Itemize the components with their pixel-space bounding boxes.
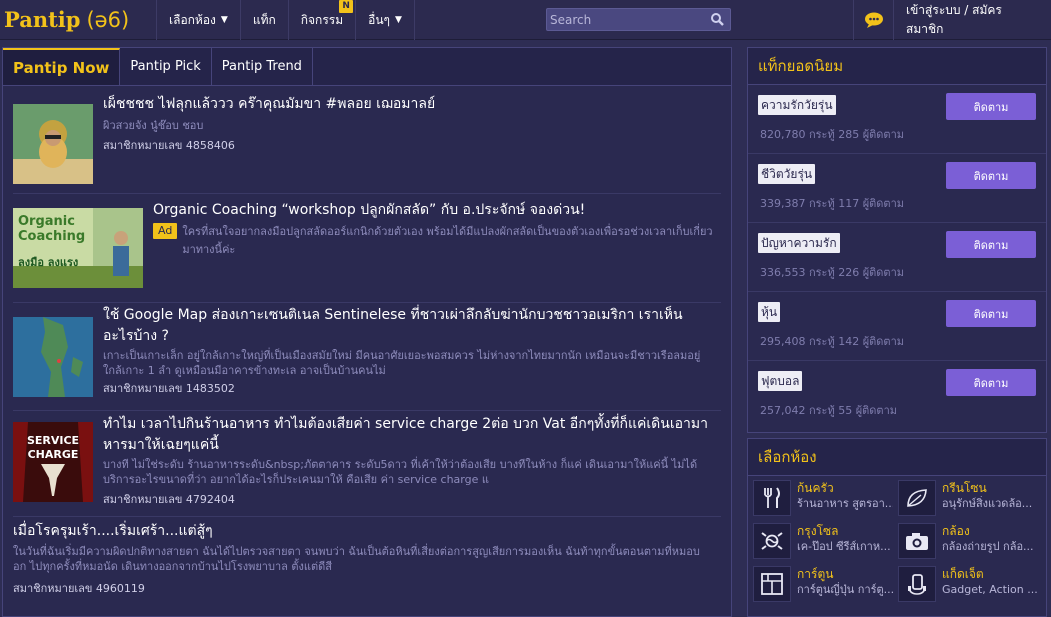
follow-button[interactable]: ติดตาม xyxy=(946,162,1036,189)
ad-title[interactable]: Organic Coaching “workshop ปลูกผักสลัด” … xyxy=(153,200,713,221)
service-thumb-text: SERVICE xyxy=(27,434,79,447)
tag-stats: 295,408 กระทู้ 142 ผู้ติดตาม xyxy=(760,335,905,348)
ad-excerpt: ใครที่สนใจอยากลงมือปลูกสลัดออร์แกนิกด้วย… xyxy=(182,225,713,256)
ad-thumbnail[interactable]: Organic Coaching ลงมือ ลงแรง xyxy=(13,208,143,288)
room-item-seoul[interactable]: กรุงโซลเค-ป๊อป ซีรีส์เกาห... xyxy=(753,523,898,559)
room-desc: กล้องถ่ายรูป กล้อ... xyxy=(942,540,1034,553)
tab-pantip-now[interactable]: Pantip Now xyxy=(3,48,121,85)
camera-icon xyxy=(898,523,936,559)
tag-chip[interactable]: หุ้น xyxy=(758,302,781,322)
room-name: ก้นครัว xyxy=(797,481,834,495)
topic-author[interactable]: สมาชิกหมายเลข 1483502 xyxy=(103,379,713,397)
room-desc: ร้านอาหาร สูตรอา... xyxy=(797,497,893,510)
follow-button[interactable]: ติดตาม xyxy=(946,93,1036,120)
search-input[interactable] xyxy=(550,10,705,29)
topic-title[interactable]: เมื่อโรครุมเร้า....เริ่มเศร้า...แต่สู้ๆ xyxy=(13,521,713,542)
tag-stats: 336,553 กระทู้ 226 ผู้ติดตาม xyxy=(760,266,905,279)
chat-button[interactable] xyxy=(853,0,893,40)
comic-icon xyxy=(753,566,791,602)
room-item-gadget[interactable]: แก็ดเจ็ต Gadget, Action ... xyxy=(898,566,1043,602)
korea-flag-icon xyxy=(753,523,791,559)
topic-excerpt: เกาะเป็นเกาะเล็ก อยู่ใกล้เกาะใหญ่ที่เป็น… xyxy=(103,349,701,377)
ad-thumb-text-organic: Organic xyxy=(18,214,75,229)
feed-panel: Pantip Now Pantip Pick Pantip Trend เผ็ช… xyxy=(2,47,732,617)
room-desc: เค-ป๊อป ซีรีส์เกาห... xyxy=(797,540,891,553)
topic-item[interactable]: เผ็ชชชช ไฟลุกแล้ววว คร๊าคุณมัมขา #พลอย เ… xyxy=(13,86,721,194)
chat-bubble-icon xyxy=(864,12,883,28)
room-item-kitchen[interactable]: ก้นครัวร้านอาหาร สูตรอา... xyxy=(753,480,898,516)
room-item-camera[interactable]: กล้องกล้องถ่ายรูป กล้อ... xyxy=(898,523,1043,559)
main-nav: เลือกห้อง ▼ แท็ก กิจกรรม N อื่นๆ ▼ xyxy=(156,0,415,40)
follow-button[interactable]: ติดตาม xyxy=(946,300,1036,327)
sponsored-item[interactable]: Organic Coaching ลงมือ ลงแรง Organic Coach… xyxy=(13,194,721,303)
topic-thumbnail[interactable] xyxy=(13,104,93,184)
tag-row: ชีวิตวัยรุ่น 339,387 กระทู้ 117 ผู้ติดตา… xyxy=(748,154,1046,223)
tag-chip[interactable]: ชีวิตวัยรุ่น xyxy=(758,164,816,184)
caret-down-icon: ▼ xyxy=(394,15,402,25)
topic-author[interactable]: สมาชิกหมายเลข 4960119 xyxy=(13,579,713,597)
topic-title[interactable]: เผ็ชชชช ไฟลุกแล้ววว คร๊าคุณมัมขา #พลอย เ… xyxy=(103,94,713,115)
room-desc: Gadget, Action ... xyxy=(942,583,1038,596)
top-navbar: Pantip (ə6) เลือกห้อง ▼ แท็ก กิจกรรม N อื่น… xyxy=(0,0,1051,40)
fork-knife-icon xyxy=(753,480,791,516)
nav-choose-room[interactable]: เลือกห้อง ▼ xyxy=(156,0,240,40)
follow-button[interactable]: ติดตาม xyxy=(946,231,1036,258)
room-item-cartoon[interactable]: การ์ตูนการ์ตูนญี่ปุ่น การ์ตู... xyxy=(753,566,898,602)
room-item-greenzone[interactable]: กรีนโซนอนุรักษ์สิ่งแวดล้อ... xyxy=(898,480,1043,516)
tab-pantip-trend[interactable]: Pantip Trend xyxy=(212,48,313,85)
room-name: กรีนโซน xyxy=(942,481,987,495)
tag-row: ความรักวัยรุ่น 820,780 กระทู้ 285 ผู้ติด… xyxy=(748,85,1046,154)
room-name: กรุงโซล xyxy=(797,524,839,538)
ad-badge: Ad xyxy=(153,223,178,239)
room-name: การ์ตูน xyxy=(797,567,834,581)
gadget-icon xyxy=(898,566,936,602)
rooms-panel: เลือกห้อง ก้นครัวร้านอาหาร สูตรอา... กรี… xyxy=(747,438,1047,617)
tab-pantip-pick[interactable]: Pantip Pick xyxy=(120,48,212,85)
leaf-icon xyxy=(898,480,936,516)
popular-tags-panel: แท็กยอดนิยม ความรักวัยรุ่น 820,780 กระทู… xyxy=(747,47,1047,433)
tag-row: ฟุตบอล 257,042 กระทู้ 55 ผู้ติดตาม ติดตา… xyxy=(748,361,1046,430)
topic-thumbnail[interactable]: SERVICE CHARGE xyxy=(13,422,93,502)
charge-thumb-text: CHARGE xyxy=(28,448,79,461)
tag-stats: 820,780 กระทู้ 285 ผู้ติดตาม xyxy=(760,128,905,141)
tag-row: หุ้น 295,408 กระทู้ 142 ผู้ติดตาม ติดตาม xyxy=(748,292,1046,361)
room-name: แก็ดเจ็ต xyxy=(942,567,984,581)
pantip-logo[interactable]: Pantip (ə6) xyxy=(4,6,129,34)
room-desc: อนุรักษ์สิ่งแวดล้อ... xyxy=(942,497,1033,510)
tag-stats: 339,387 กระทู้ 117 ผู้ติดตาม xyxy=(760,197,905,210)
rooms-title: เลือกห้อง xyxy=(748,439,1046,476)
caret-down-icon: ▼ xyxy=(220,15,228,25)
topic-author[interactable]: สมาชิกหมายเลข 4792404 xyxy=(103,490,713,508)
topic-author[interactable]: สมาชิกหมายเลข 4858406 xyxy=(103,136,713,154)
tag-row: ปัญหาความรัก 336,553 กระทู้ 226 ผู้ติดตา… xyxy=(748,223,1046,292)
tag-chip[interactable]: ความรักวัยรุ่น xyxy=(758,95,836,115)
tag-chip[interactable]: ฟุตบอล xyxy=(758,371,803,391)
topic-item[interactable]: เมื่อโรครุมเร้า....เริ่มเศร้า...แต่สู้ๆ … xyxy=(13,517,721,616)
topic-excerpt: บางที ไม่ใช่ระดับ ร้านอาหารระดับ&nbsp;ภั… xyxy=(103,458,698,486)
login-link[interactable]: เข้าสู่ระบบ / สมัครสมาชิก xyxy=(893,0,1051,40)
new-badge: N xyxy=(339,0,354,13)
topic-item[interactable]: SERVICE CHARGE ทำไม เวลาไปกินร้านอาหาร ทำ… xyxy=(13,411,721,517)
topic-excerpt: ในวันที่ฉันเริ่มมีความผิดปกติทางสายตา ฉั… xyxy=(13,545,700,573)
search-icon[interactable] xyxy=(711,13,724,26)
nav-more[interactable]: อื่นๆ ▼ xyxy=(355,0,415,40)
room-desc: การ์ตูนญี่ปุ่น การ์ตู... xyxy=(797,583,893,596)
ad-thumb-text-slogan: ลงมือ ลงแรง xyxy=(18,256,78,269)
ad-thumb-text-coaching: Coaching xyxy=(18,229,85,244)
popular-tags-title: แท็กยอดนิยม xyxy=(748,48,1046,85)
tag-chip[interactable]: ปัญหาความรัก xyxy=(758,233,840,253)
nav-activities[interactable]: กิจกรรม N xyxy=(287,0,355,40)
topic-title[interactable]: ใช้ Google Map ส่องเกาะเซนติเนล Sentinel… xyxy=(103,305,713,347)
topic-thumbnail[interactable] xyxy=(13,317,93,397)
nav-tags[interactable]: แท็ก xyxy=(239,0,288,40)
topic-excerpt: ผิวสวยจัง นู๋ช๊อบ ชอบ xyxy=(103,119,204,132)
feed-tabs: Pantip Now Pantip Pick Pantip Trend xyxy=(3,48,731,86)
room-name: กล้อง xyxy=(942,524,970,538)
search-box xyxy=(546,8,731,31)
tag-stats: 257,042 กระทู้ 55 ผู้ติดตาม xyxy=(760,404,898,417)
topic-title[interactable]: ทำไม เวลาไปกินร้านอาหาร ทำไมต้องเสียค่า … xyxy=(103,414,713,456)
follow-button[interactable]: ติดตาม xyxy=(946,369,1036,396)
topic-item[interactable]: ใช้ Google Map ส่องเกาะเซนติเนล Sentinel… xyxy=(13,303,721,411)
topic-feed: เผ็ชชชช ไฟลุกแล้ววว คร๊าคุณมัมขา #พลอย เ… xyxy=(3,86,731,616)
